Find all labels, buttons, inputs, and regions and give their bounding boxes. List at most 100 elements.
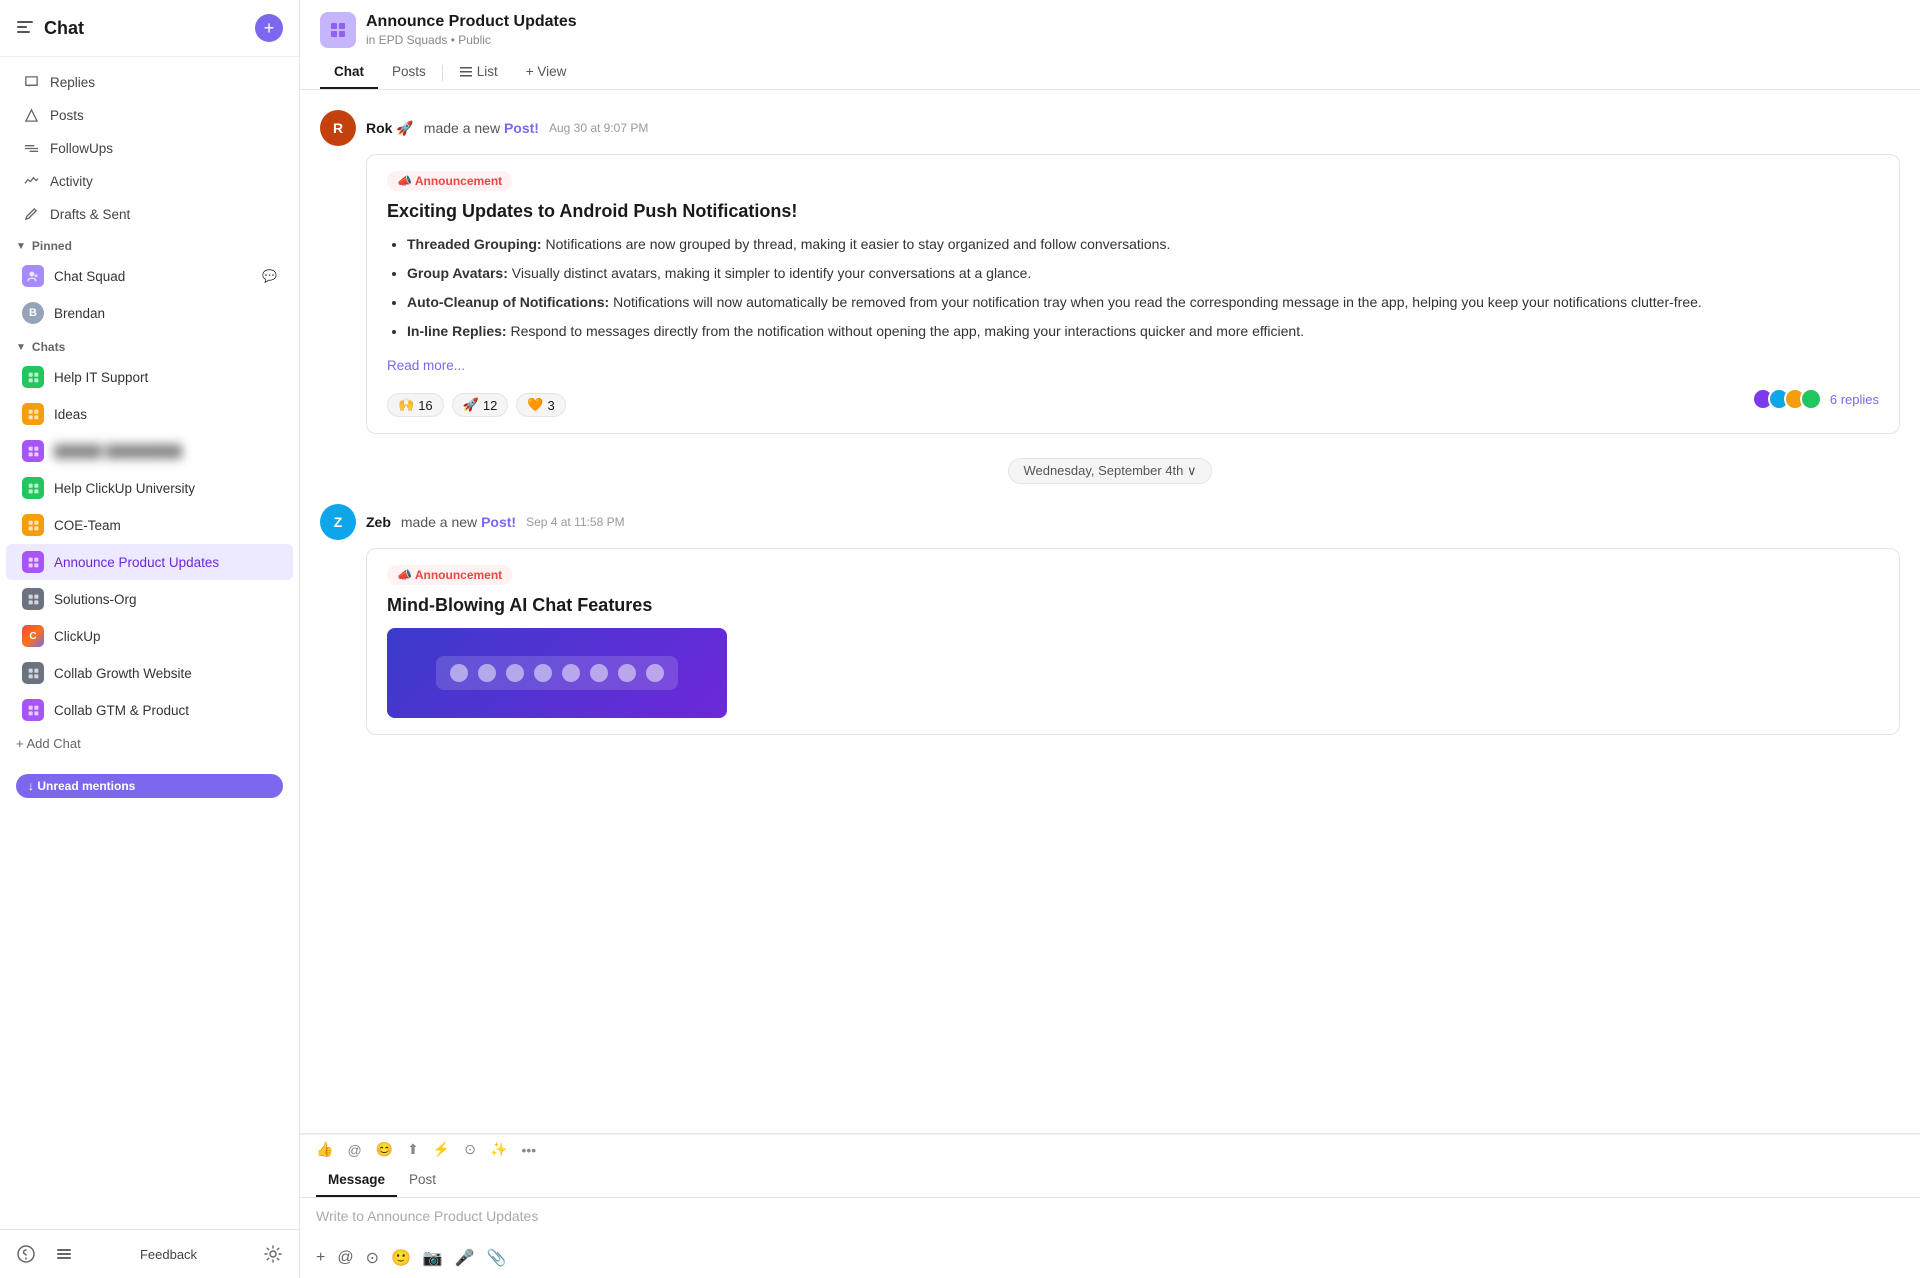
- message-block-2: Z Zeb made a new Post! Sep 4 at 11:58 PM…: [320, 504, 1900, 735]
- reply-avatar-4: [1800, 388, 1822, 410]
- channel-name: Announce Product Updates: [366, 13, 577, 31]
- bullet-2: Group Avatars: Visually distinct avatars…: [407, 263, 1879, 284]
- sidebar-item-clickup[interactable]: C ClickUp: [6, 618, 293, 654]
- mention-icon[interactable]: @: [337, 1249, 353, 1267]
- solutions-org-avatar: [22, 588, 44, 610]
- sidebar-item-posts[interactable]: Posts: [6, 99, 293, 131]
- sidebar-item-drafts[interactable]: Drafts & Sent: [6, 198, 293, 230]
- sidebar-item-ideas[interactable]: Ideas: [6, 396, 293, 432]
- sidebar-item-announce[interactable]: Announce Product Updates: [6, 544, 293, 580]
- tab-posts[interactable]: Posts: [378, 56, 440, 89]
- smiley-icon[interactable]: 😊: [376, 1141, 393, 1158]
- help-clickup-avatar: [22, 477, 44, 499]
- input-toolbar: + @ ⊙ 🙂 📷 🎤 📎: [300, 1242, 1920, 1278]
- replies-icon: [22, 73, 40, 91]
- feedback-button[interactable]: Feedback: [140, 1247, 197, 1262]
- help-clickup-label: Help ClickUp University: [54, 481, 277, 496]
- posts-icon: [22, 106, 40, 124]
- ideas-label: Ideas: [54, 407, 277, 422]
- footer-left: [12, 1240, 78, 1268]
- pinned-section-header[interactable]: ▼ Pinned: [0, 231, 299, 257]
- date-pill[interactable]: Wednesday, September 4th ∨: [1008, 458, 1211, 484]
- coe-team-label: COE-Team: [54, 518, 277, 533]
- upload-icon[interactable]: ⬆: [407, 1141, 419, 1158]
- footer-help-icon[interactable]: [12, 1240, 40, 1268]
- sidebar-item-coe-team[interactable]: COE-Team: [6, 507, 293, 543]
- sidebar-item-activity[interactable]: Activity: [6, 165, 293, 197]
- replies-info[interactable]: 6 replies: [1758, 388, 1879, 410]
- collab-gtm-label: Collab GTM & Product: [54, 703, 277, 718]
- message-2-author: Zeb: [366, 514, 391, 530]
- sidebar-item-solutions-org[interactable]: Solutions-Org: [6, 581, 293, 617]
- sidebar-item-blurred[interactable]: █████ ████████: [6, 433, 293, 469]
- plus-icon[interactable]: +: [316, 1249, 325, 1267]
- announce-label: Announce Product Updates: [54, 555, 277, 570]
- attach-icon[interactable]: 📎: [487, 1248, 507, 1268]
- at2-icon[interactable]: ⊙: [464, 1141, 476, 1158]
- blurred-avatar: [22, 440, 44, 462]
- brendan-label: Brendan: [54, 306, 277, 321]
- sidebar-item-collab-growth[interactable]: Collab Growth Website: [6, 655, 293, 691]
- tab-chat[interactable]: Chat: [320, 56, 378, 89]
- message-input[interactable]: Write to Announce Product Updates: [300, 1198, 1920, 1242]
- settings-icon[interactable]: [259, 1240, 287, 1268]
- clip-mention-icon[interactable]: ⊙: [366, 1248, 379, 1268]
- input-tabs: Message Post: [300, 1164, 1920, 1198]
- tab-divider: [442, 65, 443, 81]
- channel-info: Announce Product Updates in EPD Squads •…: [366, 13, 577, 47]
- input-tab-post[interactable]: Post: [397, 1164, 448, 1197]
- message-1-time: Aug 30 at 9:07 PM: [549, 121, 648, 135]
- sidebar-add-button[interactable]: +: [255, 14, 283, 42]
- emoji-icon[interactable]: 🙂: [391, 1248, 411, 1268]
- message-meta-1: R Rok 🚀 made a new Post! Aug 30 at 9:07 …: [320, 110, 1900, 146]
- sidebar-toggle-icon[interactable]: [16, 18, 34, 39]
- date-separator: Wednesday, September 4th ∨: [320, 458, 1900, 484]
- thumb-icon[interactable]: 👍: [316, 1141, 333, 1158]
- tab-add-view[interactable]: + View: [512, 56, 581, 89]
- chat-squad-label: Chat Squad: [54, 269, 252, 284]
- video-icon[interactable]: 📷: [423, 1248, 443, 1268]
- sidebar-item-help-clickup[interactable]: Help ClickUp University: [6, 470, 293, 506]
- collab-growth-avatar: [22, 662, 44, 684]
- input-tab-message[interactable]: Message: [316, 1164, 397, 1197]
- coe-team-avatar: [22, 514, 44, 536]
- sidebar-item-replies-label: Replies: [50, 75, 95, 90]
- sparkle-icon[interactable]: ✨: [490, 1141, 507, 1158]
- unread-mentions-button[interactable]: ↓ Unread mentions: [16, 774, 283, 798]
- message-block-1: R Rok 🚀 made a new Post! Aug 30 at 9:07 …: [320, 110, 1900, 434]
- lightning-icon[interactable]: ⚡: [433, 1141, 450, 1158]
- sidebar-item-replies[interactable]: Replies: [6, 66, 293, 98]
- collab-growth-label: Collab Growth Website: [54, 666, 277, 681]
- sidebar-item-collab-gtm[interactable]: Collab GTM & Product: [6, 692, 293, 728]
- help-it-avatar: [22, 366, 44, 388]
- chats-section-header[interactable]: ▼ Chats: [0, 332, 299, 358]
- sidebar-item-chat-squad[interactable]: Chat Squad 💬: [6, 258, 293, 294]
- reply-count: 6 replies: [1830, 392, 1879, 407]
- bullet-1: Threaded Grouping: Notifications are now…: [407, 234, 1879, 255]
- reaction-3[interactable]: 🧡3: [516, 393, 565, 417]
- footer-list-icon[interactable]: [50, 1240, 78, 1268]
- mic-icon[interactable]: 🎤: [455, 1248, 475, 1268]
- sidebar-item-brendan[interactable]: B Brendan: [6, 295, 293, 331]
- input-area: 👍 @ 😊 ⬆ ⚡ ⊙ ✨ ••• Message Post Write to …: [300, 1133, 1920, 1278]
- clickup-label: ClickUp: [54, 629, 277, 644]
- post-card-2: 📣 Announcement Mind-Blowing AI Chat Feat…: [366, 548, 1900, 735]
- post-title-2: Mind-Blowing AI Chat Features: [387, 595, 1879, 616]
- collab-gtm-avatar: [22, 699, 44, 721]
- message-1-author: Rok 🚀: [366, 120, 414, 137]
- read-more-link[interactable]: Read more...: [387, 358, 465, 373]
- add-chat-button[interactable]: + Add Chat: [0, 729, 299, 758]
- message-2-avatar: Z: [320, 504, 356, 540]
- clickup-logo: C: [22, 625, 44, 647]
- sidebar-item-help-it[interactable]: Help IT Support: [6, 359, 293, 395]
- more-icon[interactable]: •••: [521, 1142, 536, 1158]
- channel-title-row: Announce Product Updates in EPD Squads •…: [320, 12, 1900, 48]
- reaction-2[interactable]: 🚀12: [452, 393, 509, 417]
- reaction-1[interactable]: 🙌16: [387, 393, 444, 417]
- sidebar-item-followups[interactable]: FollowUps: [6, 132, 293, 164]
- at-icon[interactable]: @: [347, 1142, 361, 1158]
- brendan-avatar: B: [22, 302, 44, 324]
- tab-list[interactable]: List: [445, 56, 512, 89]
- announcement-badge-1: 📣 Announcement: [387, 171, 512, 191]
- help-it-label: Help IT Support: [54, 370, 277, 385]
